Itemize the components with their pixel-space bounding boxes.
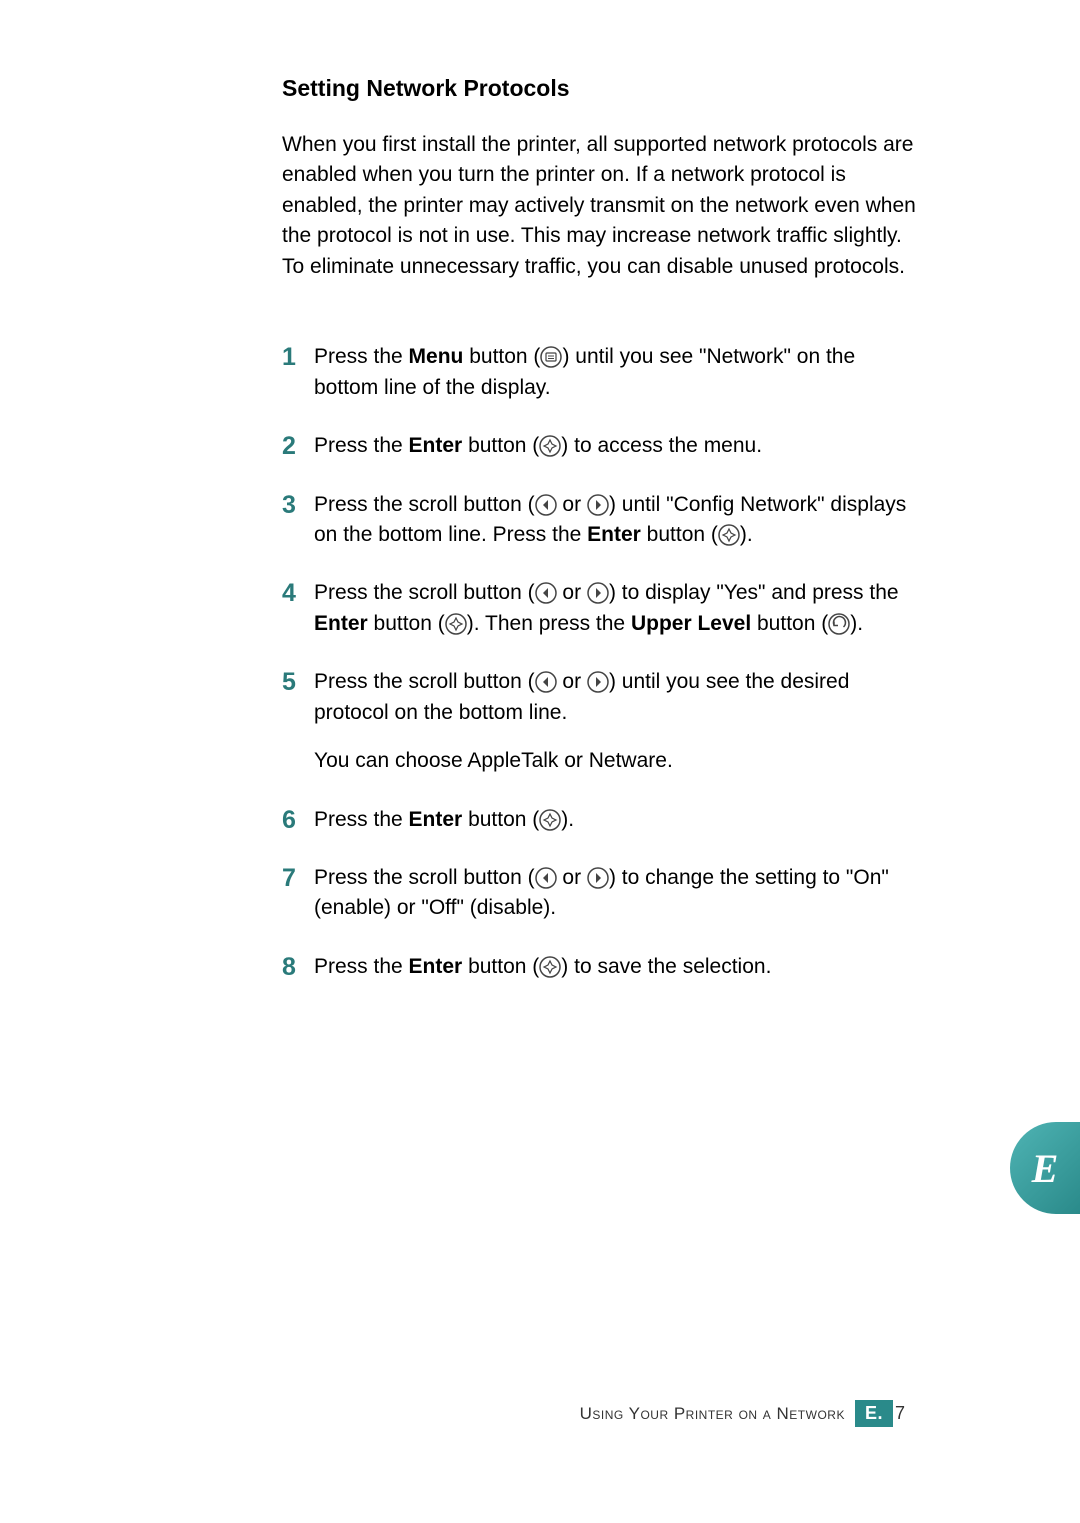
intro-paragraph: When you first install the printer, all …	[282, 130, 917, 282]
text: ) to save the selection.	[561, 955, 771, 978]
enter-icon	[718, 524, 740, 546]
text: Press the	[314, 434, 409, 457]
step-number: 7	[282, 863, 314, 924]
text: ).	[740, 523, 753, 546]
text: button (	[462, 955, 539, 978]
text: button (	[462, 808, 539, 831]
step-7: 7 Press the scroll button ( or ) to chan…	[282, 863, 917, 924]
page-footer: Using Your Printer on a Network E.7	[580, 1400, 905, 1427]
enter-icon	[539, 956, 561, 978]
step-body: Press the scroll button ( or ) until "Co…	[314, 490, 917, 551]
menu-icon	[540, 346, 562, 368]
scroll-left-icon	[535, 867, 557, 889]
bold: Enter	[587, 523, 641, 546]
step-body: Press the Enter button ( ) to access the …	[314, 431, 917, 461]
scroll-right-icon	[587, 582, 609, 604]
step-number: 4	[282, 578, 314, 639]
text: ).	[561, 808, 574, 831]
scroll-right-icon	[587, 867, 609, 889]
bold: Enter	[409, 955, 463, 978]
step-body: Press the Menu button () until you see "…	[314, 342, 917, 403]
step-body: Press the Enter button ( ) to save the se…	[314, 952, 917, 982]
text: button (	[641, 523, 718, 546]
enter-icon	[539, 435, 561, 457]
text: Press the scroll button (	[314, 670, 535, 693]
step-body: Press the scroll button ( or ) to displa…	[314, 578, 917, 639]
text: ) to access the menu.	[561, 434, 762, 457]
step-3: 3 Press the scroll button ( or ) until "…	[282, 490, 917, 551]
step-body: Press the scroll button ( or ) until you…	[314, 667, 917, 776]
footer-title: Using Your Printer on a Network	[580, 1404, 845, 1424]
text: button (	[751, 612, 828, 635]
text: ). Then press the	[467, 612, 631, 635]
bold: Enter	[409, 808, 463, 831]
step-number: 5	[282, 667, 314, 776]
step-number: 2	[282, 431, 314, 461]
step-number: 6	[282, 805, 314, 835]
step-4: 4 Press the scroll button ( or ) to disp…	[282, 578, 917, 639]
enter-icon	[445, 613, 467, 635]
step-6: 6 Press the Enter button ().	[282, 805, 917, 835]
text: Press the scroll button (	[314, 493, 535, 516]
step-list: 1 Press the Menu button () until you see…	[282, 342, 917, 982]
text: You can choose AppleTalk or Netware.	[314, 746, 917, 776]
step-5: 5 Press the scroll button ( or ) until y…	[282, 667, 917, 776]
text: button (	[463, 345, 540, 368]
text: ) to display "Yes" and press the	[609, 581, 899, 604]
step-2: 2 Press the Enter button ( ) to access th…	[282, 431, 917, 461]
scroll-left-icon	[535, 671, 557, 693]
section-letter: E	[1032, 1145, 1059, 1192]
footer-section: E.	[855, 1400, 893, 1427]
text: Press the	[314, 345, 409, 368]
text: Press the scroll button (	[314, 581, 535, 604]
scroll-right-icon	[587, 494, 609, 516]
bold: Upper Level	[631, 612, 751, 635]
text: or	[557, 866, 587, 889]
step-1: 1 Press the Menu button () until you see…	[282, 342, 917, 403]
scroll-left-icon	[535, 582, 557, 604]
text: or	[557, 493, 587, 516]
bold: Menu	[409, 345, 464, 368]
page-content: Setting Network Protocols When you first…	[282, 75, 917, 1010]
scroll-right-icon	[587, 671, 609, 693]
enter-icon	[539, 809, 561, 831]
text: button (	[462, 434, 539, 457]
scroll-left-icon	[535, 494, 557, 516]
text: button (	[368, 612, 445, 635]
section-tab: E	[1010, 1122, 1080, 1214]
text: ).	[850, 612, 863, 635]
text: Press the	[314, 808, 409, 831]
section-heading: Setting Network Protocols	[282, 75, 917, 102]
upper-level-icon	[828, 613, 850, 635]
bold: Enter	[409, 434, 463, 457]
text: Press the	[314, 955, 409, 978]
step-number: 3	[282, 490, 314, 551]
text: Press the scroll button (	[314, 866, 535, 889]
text: or	[557, 581, 587, 604]
step-8: 8 Press the Enter button ( ) to save the …	[282, 952, 917, 982]
step-number: 1	[282, 342, 314, 403]
text: or	[557, 670, 587, 693]
step-body: Press the Enter button ().	[314, 805, 917, 835]
step-number: 8	[282, 952, 314, 982]
step-body: Press the scroll button ( or ) to change…	[314, 863, 917, 924]
bold: Enter	[314, 612, 368, 635]
footer-page-number: 7	[895, 1403, 905, 1424]
